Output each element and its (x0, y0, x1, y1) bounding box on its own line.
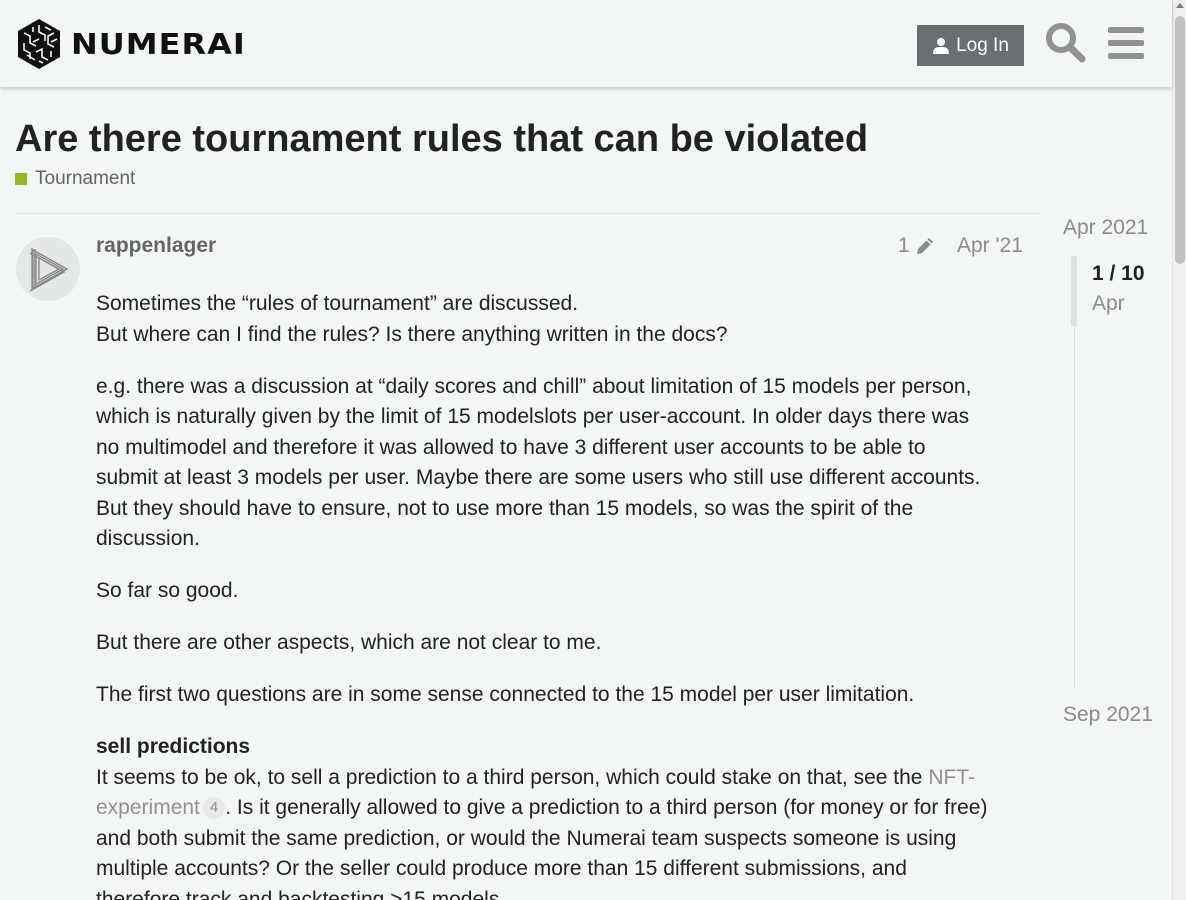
user-icon (933, 37, 950, 54)
nft-experiment-link-continued[interactable]: experiment (96, 796, 200, 819)
category-name: Tournament (35, 168, 136, 189)
link-text: experiment (96, 796, 200, 819)
text-fragment: . Is it generally allowed to give a pred… (225, 796, 988, 819)
login-button[interactable]: Log In (917, 25, 1024, 66)
timeline-handle[interactable] (1071, 256, 1077, 326)
post-body: Sometimes the “rules of tournament” are … (96, 289, 1031, 900)
link-text: NFT- (928, 765, 975, 789)
text-line: But there are other aspects, which are n… (96, 631, 602, 654)
text-line: e.g. there was a discussion at “daily sc… (96, 374, 972, 398)
text-line: It seems to be ok, to sell a prediction … (96, 763, 1031, 794)
site-logo[interactable]: NUMERAI (15, 17, 246, 71)
post-paragraph: Sometimes the “rules of tournament” are … (96, 289, 1031, 350)
section-heading-text: sell predictions (96, 735, 251, 758)
section-heading: sell predictions (96, 732, 1031, 763)
post-paragraph: The first two questions are in some sens… (96, 680, 1031, 711)
post-author[interactable]: rappenlager (96, 234, 216, 258)
text-fragment: It seems to be ok, to sell a prediction … (96, 765, 929, 789)
text-line: The first two questions are in some sens… (96, 683, 915, 706)
edit-history-indicator[interactable]: 1 (898, 234, 936, 258)
post-date[interactable]: Apr '21 (957, 234, 1023, 258)
sell-predictions-section: sell predictions It seems to be ok, to s… (96, 732, 1031, 900)
timeline-current-month: Apr (1092, 292, 1125, 315)
text-line: multiple accounts? Or the seller could p… (96, 857, 907, 880)
search-icon[interactable] (1044, 21, 1086, 63)
numerai-logo-icon (18, 19, 60, 69)
scroll-up-arrow-icon[interactable] (1176, 3, 1184, 8)
category-color-swatch (15, 173, 27, 185)
topic-title[interactable]: Are there tournament rules that can be v… (15, 118, 868, 161)
page-scrollbar[interactable] (1172, 0, 1186, 900)
post-paragraph: But there are other aspects, which are n… (96, 628, 1031, 659)
text-line: experiment 4. Is it generally allowed to … (96, 793, 1031, 824)
nft-experiment-link[interactable]: NFT- (928, 766, 975, 789)
brand-name: NUMERAI (71, 26, 246, 62)
text-line: So far so good. (96, 579, 239, 602)
scrollbar-thumb[interactable] (1175, 16, 1185, 264)
post-paragraph: So far so good. (96, 576, 1031, 607)
text-line: therefore track and backtesting >15 mode… (96, 887, 506, 900)
text-line: submit at least 3 models per user. Maybe… (96, 466, 981, 489)
text-line: But where can I find the rules? Is there… (96, 322, 728, 346)
link-click-count-badge: 4 (202, 797, 226, 819)
text-line: and both submit the same prediction, or … (96, 826, 957, 850)
timeline-start-date[interactable]: Apr 2021 (1063, 216, 1148, 240)
category-badge[interactable]: Tournament (15, 168, 135, 190)
hamburger-menu-icon[interactable] (1107, 24, 1145, 62)
post-paragraph: e.g. there was a discussion at “daily sc… (96, 372, 1031, 555)
user-avatar[interactable] (15, 236, 81, 302)
text-line: But they should have to ensure, not to u… (96, 496, 914, 520)
title-divider (15, 213, 1042, 214)
site-header: NUMERAI Log In (0, 0, 1172, 87)
text-line: Sometimes the “rules of tournament” are … (96, 292, 579, 315)
text-line: which is naturally given by the limit of… (96, 405, 970, 428)
login-button-label: Log In (956, 34, 1009, 56)
timeline-position[interactable]: 1 / 10 (1092, 262, 1145, 286)
edit-count: 1 (898, 234, 910, 257)
timeline-end-date[interactable]: Sep 2021 (1063, 703, 1153, 727)
text-line: no multimodel and therefore it was allow… (96, 435, 926, 459)
text-line: discussion. (96, 527, 200, 550)
pencil-icon (916, 238, 933, 254)
